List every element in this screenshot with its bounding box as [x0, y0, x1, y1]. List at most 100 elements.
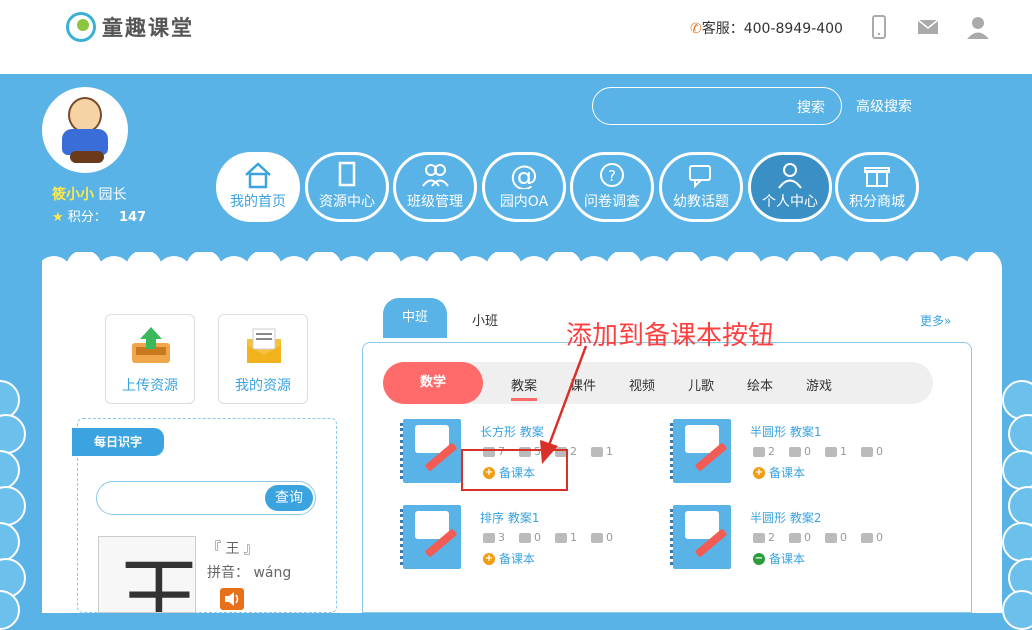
- nav-oa[interactable]: @ 园内OA: [482, 152, 566, 222]
- cloud-border-top: [0, 46, 1032, 74]
- nav-label: 我的首页: [230, 194, 286, 210]
- points-label: 积分：: [67, 210, 107, 225]
- mobile-icon[interactable]: [866, 14, 892, 40]
- tab-video[interactable]: 视频: [629, 375, 655, 394]
- resource-stats: 3 0 1 0: [483, 531, 613, 544]
- tab-song[interactable]: 儿歌: [688, 375, 714, 394]
- nav-resources[interactable]: 资源中心: [305, 152, 389, 222]
- resource-item[interactable]: 半圆形 教案1 2 0 1 0 + 备课本: [670, 419, 913, 491]
- eye-icon: [753, 446, 765, 457]
- resource-item[interactable]: 排序 教案1 3 0 1 0 + 备课本: [400, 505, 643, 577]
- share-icon: [861, 446, 873, 457]
- pinyin-label: 拼音：: [207, 565, 249, 581]
- shares-stat: 0: [591, 531, 613, 544]
- nav-label: 个人中心: [762, 194, 818, 210]
- add-label: 备课本: [769, 466, 806, 480]
- char-pinyin: 拼音： wáng: [207, 562, 291, 582]
- resource-title[interactable]: 排序 教案1: [480, 509, 539, 526]
- advanced-search-link[interactable]: 高级搜索: [856, 96, 912, 116]
- plus-icon: +: [483, 552, 495, 565]
- lesson-thumbnail[interactable]: [670, 505, 731, 569]
- search-button[interactable]: 搜索: [797, 97, 825, 117]
- nav-topics[interactable]: 幼教话题: [659, 152, 743, 222]
- likes-stat: 1: [825, 445, 847, 458]
- add-label: 备课本: [769, 552, 806, 566]
- cloud-border-panel: [42, 252, 1002, 276]
- add-to-notebook-button[interactable]: + 备课本: [483, 550, 535, 567]
- shares-stat: 0: [861, 531, 883, 544]
- likes-stat: 1: [555, 531, 577, 544]
- my-resource-button[interactable]: 我的资源: [218, 314, 308, 404]
- char-image: 王: [98, 536, 196, 613]
- folder-icon: [247, 328, 281, 363]
- resource-title[interactable]: 半圆形 教案1: [750, 423, 821, 440]
- search-input[interactable]: 搜索: [592, 87, 842, 125]
- avatar[interactable]: [42, 87, 128, 173]
- nav-shop[interactable]: 积分商城: [835, 152, 919, 222]
- eye-icon: [483, 532, 495, 543]
- tab-middle-class[interactable]: 中班: [383, 298, 447, 338]
- resource-title[interactable]: 半圆形 教案2: [750, 509, 821, 526]
- my-resource-label: 我的资源: [235, 378, 291, 394]
- eye-icon: [753, 532, 765, 543]
- views-stat: 3: [483, 531, 505, 544]
- user-icon[interactable]: [965, 14, 991, 40]
- person-icon: [778, 163, 802, 189]
- char-name: 『 王 』: [207, 541, 258, 557]
- more-link[interactable]: 更多»: [920, 312, 951, 329]
- star-icon: ★: [52, 210, 64, 225]
- logo-text: 童趣课堂: [102, 16, 194, 40]
- lesson-thumbnail[interactable]: [670, 419, 731, 483]
- resource-stats: 2 0 0 0: [753, 531, 883, 544]
- user-role: 园长: [98, 187, 127, 203]
- nav-label: 资源中心: [319, 194, 375, 210]
- mail-icon[interactable]: [915, 14, 941, 40]
- comment-icon: [789, 532, 801, 543]
- add-label: 备课本: [499, 552, 536, 566]
- service-phone: 400-8949-400: [743, 21, 843, 37]
- points-value: 147: [118, 210, 147, 225]
- svg-text:@: @: [510, 161, 538, 189]
- share-icon: [591, 532, 603, 543]
- gift-icon: [864, 167, 890, 187]
- book-icon: [338, 161, 356, 187]
- word-query-button[interactable]: 查询: [265, 485, 313, 511]
- cloud-border-left: [0, 380, 42, 630]
- resource-item[interactable]: 半圆形 教案2 2 0 0 0 − 备课本: [670, 505, 913, 577]
- nav-home[interactable]: 我的首页: [216, 152, 300, 222]
- nav-class[interactable]: 班级管理: [393, 152, 477, 222]
- tab-small-class[interactable]: 小班: [472, 310, 498, 329]
- nav-label: 班级管理: [407, 194, 463, 210]
- nav-survey[interactable]: ? 问卷调查: [570, 152, 654, 222]
- upload-icon: [132, 327, 170, 363]
- add-to-notebook-button[interactable]: + 备课本: [753, 464, 805, 481]
- annotation-highlight-box: [461, 449, 568, 491]
- remove-from-notebook-button[interactable]: − 备课本: [753, 550, 805, 567]
- upload-resource-label: 上传资源: [122, 378, 178, 394]
- lesson-thumbnail[interactable]: [400, 419, 461, 483]
- group-icon: [422, 164, 449, 187]
- lesson-thumbnail[interactable]: [400, 505, 461, 569]
- thumb-up-icon: [825, 446, 837, 457]
- pinyin-value: wáng: [253, 565, 292, 581]
- at-icon: @: [510, 161, 538, 189]
- tab-math[interactable]: 数学: [383, 362, 483, 404]
- daily-word-tag: 每日识字: [72, 428, 164, 456]
- thumb-up-icon: [555, 532, 567, 543]
- user-name[interactable]: 筱小小: [52, 187, 94, 203]
- logo-icon: [66, 12, 96, 42]
- upload-resource-button[interactable]: 上传资源: [105, 314, 195, 404]
- shares-stat: 0: [861, 445, 883, 458]
- views-stat: 2: [753, 445, 775, 458]
- speaker-icon[interactable]: [220, 588, 244, 610]
- service-label: 客服：: [701, 21, 744, 37]
- nav-personal[interactable]: 个人中心: [748, 152, 832, 222]
- tab-picture-book[interactable]: 绘本: [747, 375, 773, 394]
- comments-stat: 0: [519, 531, 541, 544]
- tab-game[interactable]: 游戏: [806, 375, 832, 394]
- home-icon: [245, 162, 271, 189]
- resource-stats: 2 0 1 0: [753, 445, 883, 458]
- user-name-line: 筱小小 园长: [52, 184, 126, 204]
- logo[interactable]: 童趣课堂: [66, 12, 194, 42]
- comment-icon: [519, 532, 531, 543]
